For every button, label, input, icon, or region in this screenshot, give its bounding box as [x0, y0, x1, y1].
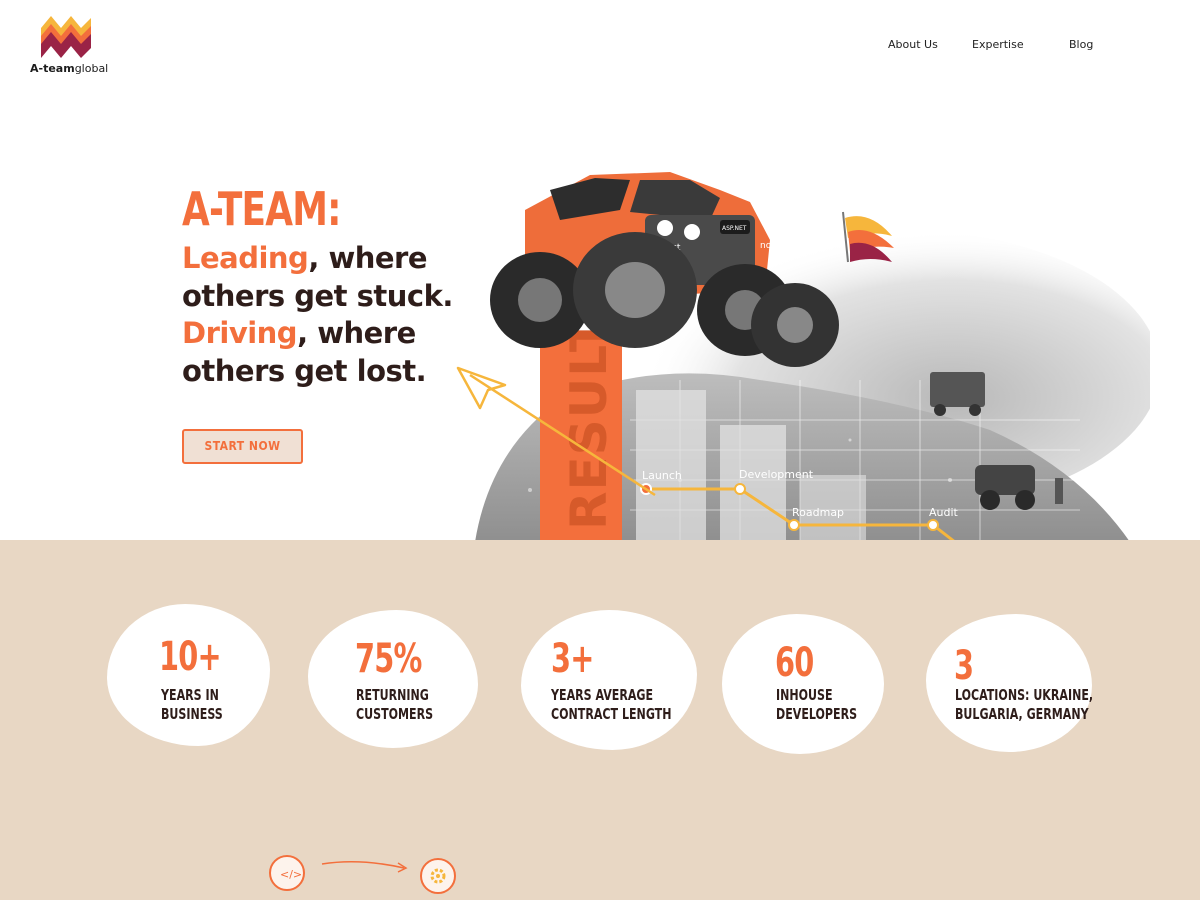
- stat-card: [926, 614, 1092, 752]
- nav-about-us[interactable]: About Us: [888, 38, 938, 51]
- milestone-dot: [788, 519, 800, 531]
- milestone-launch: Launch: [642, 469, 682, 482]
- hero-line-4: others get lost.: [182, 354, 427, 388]
- stat-label: YEARS IN BUSINESS: [161, 686, 223, 723]
- logo-icon: [41, 16, 91, 58]
- milestone-dot: [734, 483, 746, 495]
- hero-illustration: RESULTS Launch Development Roadmap Audit…: [456, 172, 1150, 542]
- code-icon: </>: [269, 855, 305, 891]
- logo[interactable]: A-teamglobal: [30, 14, 110, 78]
- stat-number: 75%: [355, 636, 422, 682]
- milestone-audit: Audit: [929, 506, 959, 519]
- stat-card: [521, 610, 697, 750]
- hero-title: A-TEAM:: [182, 182, 342, 236]
- svg-text:node: node: [760, 241, 783, 251]
- hero-line-3: Driving, where: [182, 316, 416, 350]
- stat-number: 60: [775, 640, 814, 686]
- chart-bar: [636, 390, 706, 542]
- hero-line-1: Leading, where: [182, 241, 428, 275]
- stat-number: 10+: [159, 634, 222, 680]
- milestone-dot: [927, 519, 939, 531]
- svg-text:</>: </>: [280, 868, 302, 881]
- chart-bar: [720, 425, 786, 542]
- milestone-development: Development: [739, 468, 814, 481]
- start-now-button[interactable]: START NOW: [182, 429, 303, 464]
- nav-blog[interactable]: Blog: [1069, 38, 1093, 51]
- nav-expertise[interactable]: Expertise: [972, 38, 1024, 51]
- arrow-icon: [456, 366, 507, 410]
- stat-number: 3: [954, 643, 974, 689]
- process-arrow: [321, 861, 408, 873]
- svg-text:ASP.NET: ASP.NET: [722, 225, 747, 232]
- milestone-roadmap: Roadmap: [792, 506, 844, 519]
- stat-label: YEARS AVERAGE CONTRACT LENGTH: [551, 686, 672, 723]
- logo-wordmark: A-teamglobal: [30, 62, 109, 75]
- stat-number: 3+: [551, 636, 594, 682]
- stat-label: INHOUSE DEVELOPERS: [776, 686, 858, 723]
- hero-line-2: others get stuck.: [182, 279, 453, 313]
- gear-icon: [420, 858, 456, 894]
- stat-label: LOCATIONS: UKRAINE, BULGARIA, GERMANY: [955, 686, 1094, 723]
- stat-label: RETURNING CUSTOMERS: [356, 686, 434, 723]
